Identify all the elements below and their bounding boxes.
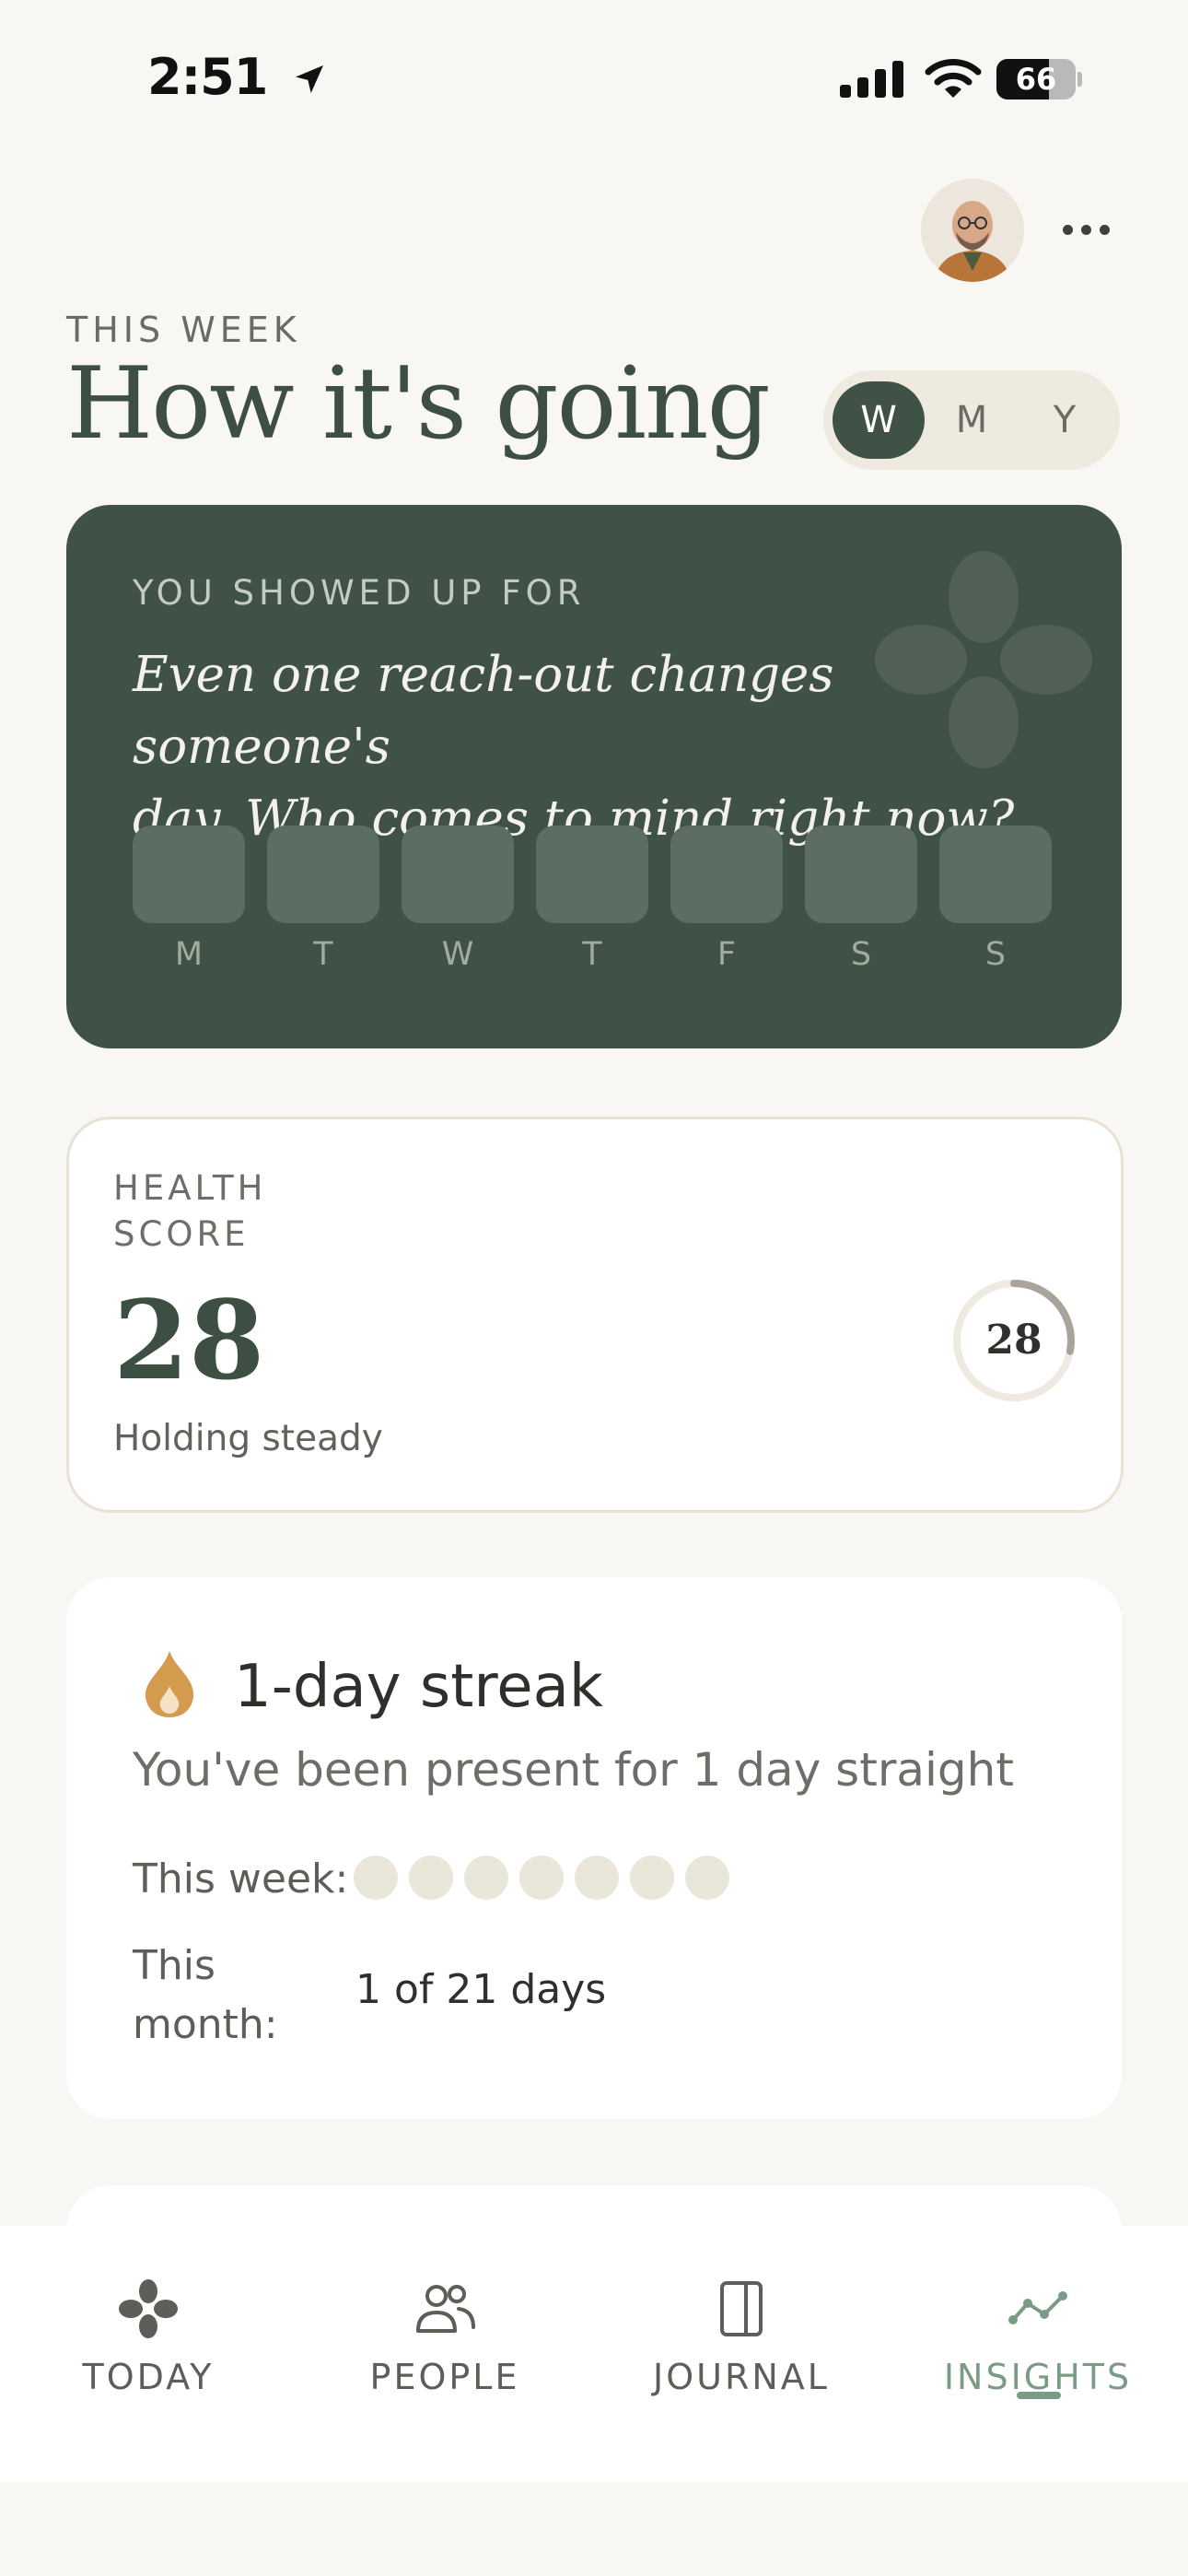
tab-people[interactable]: PEOPLE [297,2226,593,2482]
day-label: T [582,936,602,973]
day-cell: F [670,825,783,973]
tab-label: TODAY [82,2357,215,2397]
tab-label: JOURNAL [653,2357,830,2397]
this-month-label: This month: [133,1942,278,2048]
health-score-ring-value: 28 [985,1317,1042,1364]
week-dot [409,1856,453,1900]
prompt-quote: Even one reach-out changes someone's day… [133,639,1054,855]
day-box [402,825,514,923]
day-label: F [716,936,737,973]
day-label: M [174,936,204,973]
wifi-icon [925,57,982,103]
insights-chart-icon [890,2272,1186,2346]
day-cell: M [133,825,245,973]
period-week-button[interactable]: W [833,381,925,459]
more-options-icon[interactable] [1057,217,1115,242]
day-box [267,825,379,923]
clover-icon [0,2272,297,2346]
this-week-label: This week: [133,1856,349,1903]
streak-subtitle: You've been present for 1 day straight [133,1743,1014,1797]
showed-up-card: YOU SHOWED UP FOR Even one reach-out cha… [66,505,1122,1048]
journal-icon [593,2272,890,2346]
day-cell: T [267,825,379,973]
week-dot [575,1856,619,1900]
period-toggle: W M Y [823,370,1120,470]
battery-indicator: 66 [996,59,1082,100]
day-box [133,825,245,923]
clock-text: 2:51 [147,48,268,106]
streak-title: 1-day streak [234,1653,603,1721]
tab-label: PEOPLE [369,2357,520,2397]
cellular-signal-icon [840,59,903,98]
week-dot [519,1856,564,1900]
day-label: S [984,936,1007,973]
week-dot [354,1856,398,1900]
section-eyebrow: THIS WEEK [66,310,301,350]
period-month-button[interactable]: M [926,381,1018,459]
battery-percent: 66 [1015,62,1057,97]
week-day-tracker: M T W T F S S [133,825,1052,973]
day-box [670,825,783,923]
active-tab-indicator [1017,2392,1061,2399]
tab-insights[interactable]: INSIGHTS [890,2226,1186,2482]
showed-up-label: YOU SHOWED UP FOR [133,573,586,613]
day-cell: W [402,825,514,973]
page-title: How it's going [66,346,771,462]
health-score-status: Holding steady [113,1418,383,1459]
health-score-ring: 28 [951,1278,1077,1403]
tab-journal[interactable]: JOURNAL [593,2226,890,2482]
this-month-value: 1 of 21 days [355,1966,607,2013]
week-dot [685,1856,729,1900]
day-label: W [441,936,474,973]
day-cell: T [536,825,648,973]
location-arrow-icon [291,52,328,110]
streak-card: 1-day streak You've been present for 1 d… [66,1577,1122,2119]
week-dots [354,1856,729,1900]
prompt-quote-line-1: Even one reach-out changes someone's [133,647,834,775]
flame-icon [142,1649,197,1723]
day-box [939,825,1052,923]
health-score-label: HEALTH SCORE [113,1168,267,1254]
day-box [805,825,917,923]
bottom-tab-bar: TODAY PEOPLE JOURNAL INSIGHTS [0,2226,1188,2482]
profile-avatar[interactable] [921,179,1024,282]
health-score-value: 28 [113,1276,265,1404]
day-label: S [850,936,872,973]
week-dot [630,1856,674,1900]
day-cell: S [939,825,1052,973]
people-icon [297,2272,593,2346]
day-box [536,825,648,923]
period-year-button[interactable]: Y [1019,381,1111,459]
week-dot [464,1856,508,1900]
day-label: T [313,936,333,973]
status-time: 2:51 [147,48,328,110]
health-score-card[interactable]: HEALTH SCORE 28 Holding steady 28 [66,1117,1124,1513]
tab-today[interactable]: TODAY [0,2226,297,2482]
day-cell: S [805,825,917,973]
